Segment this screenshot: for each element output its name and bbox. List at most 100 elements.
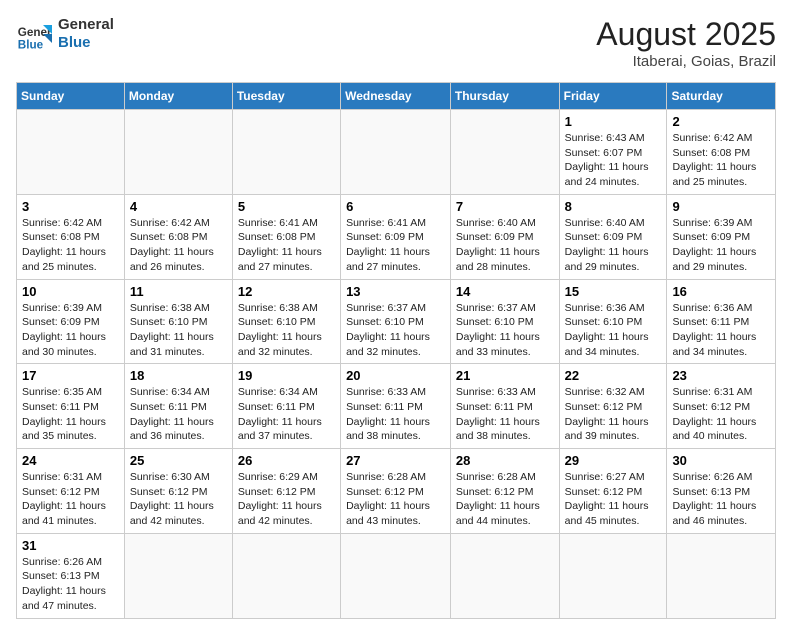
day-of-week-header: Friday (559, 83, 667, 110)
logo-general-text: General (58, 16, 114, 34)
day-number: 20 (346, 368, 445, 383)
calendar-day-cell (450, 533, 559, 618)
title-block: August 2025 Itaberai, Goias, Brazil (596, 16, 776, 70)
calendar-week-row: 17 Sunrise: 6:35 AMSunset: 6:11 PMDayligh… (17, 364, 776, 449)
day-number: 17 (22, 368, 119, 383)
day-number: 31 (22, 538, 119, 553)
calendar-day-cell (124, 110, 232, 195)
day-info: Sunrise: 6:27 AMSunset: 6:12 PMDaylight:… (565, 470, 662, 529)
month-title: August 2025 (596, 16, 776, 53)
day-info: Sunrise: 6:42 AMSunset: 6:08 PMDaylight:… (22, 216, 119, 275)
day-info: Sunrise: 6:39 AMSunset: 6:09 PMDaylight:… (672, 216, 770, 275)
day-number: 30 (672, 453, 770, 468)
day-info: Sunrise: 6:34 AMSunset: 6:11 PMDaylight:… (238, 385, 335, 444)
svg-text:Blue: Blue (18, 38, 44, 51)
day-number: 21 (456, 368, 554, 383)
calendar-day-cell: 21 Sunrise: 6:33 AMSunset: 6:11 PMDayligh… (450, 364, 559, 449)
calendar-day-cell: 24 Sunrise: 6:31 AMSunset: 6:12 PMDayligh… (17, 449, 125, 534)
calendar-day-cell (232, 533, 340, 618)
calendar-day-cell (17, 110, 125, 195)
calendar-day-cell: 26Sunrise: 6:29 AMSunset: 6:12 PMDayligh… (232, 449, 340, 534)
day-info: Sunrise: 6:32 AMSunset: 6:12 PMDaylight:… (565, 385, 662, 444)
calendar-day-cell: 10Sunrise: 6:39 AMSunset: 6:09 PMDayligh… (17, 279, 125, 364)
calendar-day-cell: 4 Sunrise: 6:42 AMSunset: 6:08 PMDaylight… (124, 194, 232, 279)
day-info: Sunrise: 6:41 AMSunset: 6:08 PMDaylight:… (238, 216, 335, 275)
calendar-week-row: 24 Sunrise: 6:31 AMSunset: 6:12 PMDayligh… (17, 449, 776, 534)
calendar-day-cell (124, 533, 232, 618)
day-info: Sunrise: 6:36 AMSunset: 6:11 PMDaylight:… (672, 301, 770, 360)
day-info: Sunrise: 6:36 AMSunset: 6:10 PMDaylight:… (565, 301, 662, 360)
day-info: Sunrise: 6:26 AMSunset: 6:13 PMDaylight:… (22, 555, 119, 614)
calendar-day-cell: 25 Sunrise: 6:30 AMSunset: 6:12 PMDayligh… (124, 449, 232, 534)
day-info: Sunrise: 6:38 AMSunset: 6:10 PMDaylight:… (130, 301, 227, 360)
day-number: 18 (130, 368, 227, 383)
day-number: 25 (130, 453, 227, 468)
day-number: 5 (238, 199, 335, 214)
day-info: Sunrise: 6:38 AMSunset: 6:10 PMDaylight:… (238, 301, 335, 360)
day-number: 29 (565, 453, 662, 468)
day-info: Sunrise: 6:37 AMSunset: 6:10 PMDaylight:… (346, 301, 445, 360)
day-number: 22 (565, 368, 662, 383)
day-number: 24 (22, 453, 119, 468)
calendar-week-row: 31 Sunrise: 6:26 AMSunset: 6:13 PMDayligh… (17, 533, 776, 618)
day-number: 7 (456, 199, 554, 214)
day-info: Sunrise: 6:33 AMSunset: 6:11 PMDaylight:… (456, 385, 554, 444)
calendar-day-cell: 19Sunrise: 6:34 AMSunset: 6:11 PMDayligh… (232, 364, 340, 449)
calendar-day-cell: 16 Sunrise: 6:36 AMSunset: 6:11 PMDayligh… (667, 279, 776, 364)
day-info: Sunrise: 6:28 AMSunset: 6:12 PMDaylight:… (346, 470, 445, 529)
day-of-week-header: Saturday (667, 83, 776, 110)
day-number: 1 (565, 114, 662, 129)
calendar-day-cell: 2Sunrise: 6:42 AMSunset: 6:08 PMDaylight… (667, 110, 776, 195)
day-of-week-header: Monday (124, 83, 232, 110)
calendar-day-cell: 11 Sunrise: 6:38 AMSunset: 6:10 PMDayligh… (124, 279, 232, 364)
logo: General Blue General Blue (16, 16, 114, 52)
day-info: Sunrise: 6:26 AMSunset: 6:13 PMDaylight:… (672, 470, 770, 529)
calendar-day-cell: 28Sunrise: 6:28 AMSunset: 6:12 PMDayligh… (450, 449, 559, 534)
calendar-day-cell: 15 Sunrise: 6:36 AMSunset: 6:10 PMDayligh… (559, 279, 667, 364)
calendar-day-cell (341, 110, 451, 195)
day-info: Sunrise: 6:40 AMSunset: 6:09 PMDaylight:… (456, 216, 554, 275)
day-info: Sunrise: 6:43 AMSunset: 6:07 PMDaylight:… (565, 131, 662, 190)
day-number: 23 (672, 368, 770, 383)
day-of-week-header: Tuesday (232, 83, 340, 110)
day-info: Sunrise: 6:31 AMSunset: 6:12 PMDaylight:… (22, 470, 119, 529)
day-number: 15 (565, 284, 662, 299)
calendar-day-cell: 5 Sunrise: 6:41 AMSunset: 6:08 PMDaylight… (232, 194, 340, 279)
day-number: 11 (130, 284, 227, 299)
calendar-week-row: 1 Sunrise: 6:43 AMSunset: 6:07 PMDaylight… (17, 110, 776, 195)
calendar-day-cell (450, 110, 559, 195)
calendar-day-cell: 14 Sunrise: 6:37 AMSunset: 6:10 PMDayligh… (450, 279, 559, 364)
calendar-day-cell: 30 Sunrise: 6:26 AMSunset: 6:13 PMDayligh… (667, 449, 776, 534)
day-info: Sunrise: 6:35 AMSunset: 6:11 PMDaylight:… (22, 385, 119, 444)
day-number: 12 (238, 284, 335, 299)
day-number: 14 (456, 284, 554, 299)
calendar-day-cell: 9 Sunrise: 6:39 AMSunset: 6:09 PMDaylight… (667, 194, 776, 279)
calendar-day-cell: 3 Sunrise: 6:42 AMSunset: 6:08 PMDaylight… (17, 194, 125, 279)
logo-icon: General Blue (16, 16, 52, 52)
calendar-day-cell: 17 Sunrise: 6:35 AMSunset: 6:11 PMDayligh… (17, 364, 125, 449)
calendar-header-row: SundayMondayTuesdayWednesdayThursdayFrid… (17, 83, 776, 110)
day-number: 4 (130, 199, 227, 214)
day-number: 16 (672, 284, 770, 299)
calendar-day-cell (559, 533, 667, 618)
calendar-day-cell: 13Sunrise: 6:37 AMSunset: 6:10 PMDayligh… (341, 279, 451, 364)
day-info: Sunrise: 6:37 AMSunset: 6:10 PMDaylight:… (456, 301, 554, 360)
day-number: 27 (346, 453, 445, 468)
day-number: 9 (672, 199, 770, 214)
day-number: 6 (346, 199, 445, 214)
calendar-day-cell (232, 110, 340, 195)
day-number: 26 (238, 453, 335, 468)
calendar-day-cell (667, 533, 776, 618)
calendar-day-cell: 27 Sunrise: 6:28 AMSunset: 6:12 PMDayligh… (341, 449, 451, 534)
day-info: Sunrise: 6:30 AMSunset: 6:12 PMDaylight:… (130, 470, 227, 529)
calendar-day-cell: 1 Sunrise: 6:43 AMSunset: 6:07 PMDaylight… (559, 110, 667, 195)
day-of-week-header: Wednesday (341, 83, 451, 110)
day-number: 2 (672, 114, 770, 129)
calendar-day-cell: 18 Sunrise: 6:34 AMSunset: 6:11 PMDayligh… (124, 364, 232, 449)
day-info: Sunrise: 6:42 AMSunset: 6:08 PMDaylight:… (130, 216, 227, 275)
calendar-table: SundayMondayTuesdayWednesdayThursdayFrid… (16, 82, 776, 619)
calendar-day-cell: 12 Sunrise: 6:38 AMSunset: 6:10 PMDayligh… (232, 279, 340, 364)
day-number: 3 (22, 199, 119, 214)
day-info: Sunrise: 6:34 AMSunset: 6:11 PMDaylight:… (130, 385, 227, 444)
day-number: 10 (22, 284, 119, 299)
